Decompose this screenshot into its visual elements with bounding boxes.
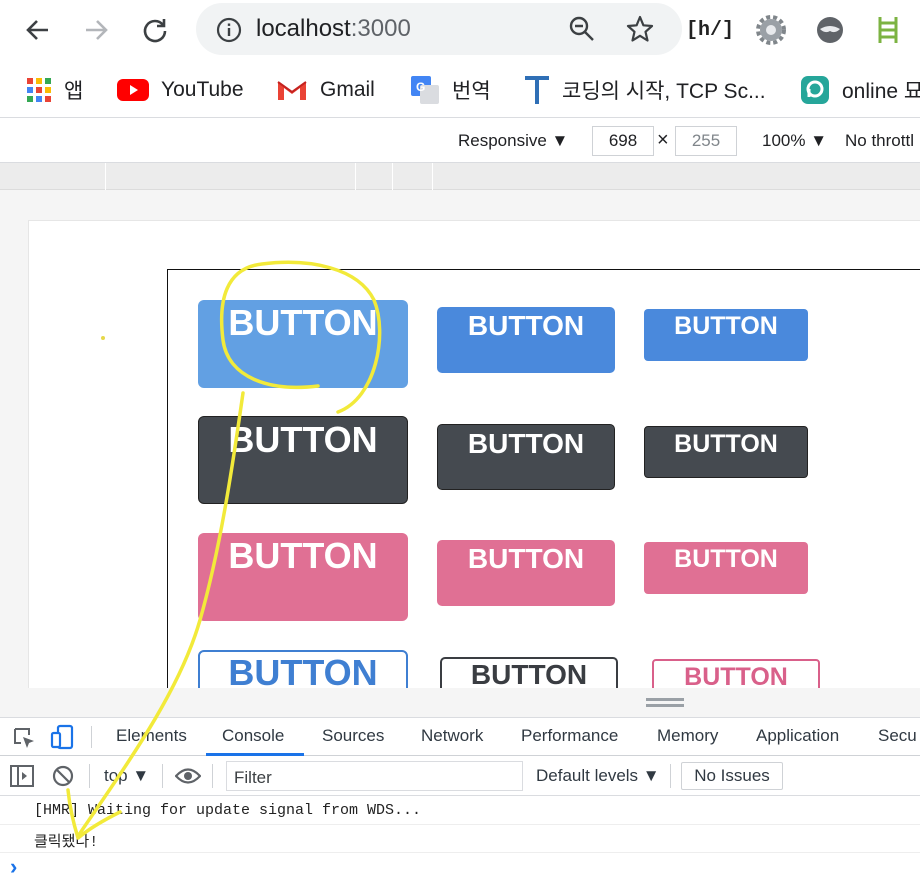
media-query-ruler[interactable] — [0, 163, 920, 190]
browser-toolbar: localhost:3000 [h/] — [0, 0, 920, 62]
width-input[interactable]: 698 — [592, 126, 654, 156]
dark-button-small[interactable]: BUTTON — [644, 426, 808, 478]
google-translate-icon: G — [411, 76, 439, 104]
console-message: [HMR] Waiting for update signal from WDS… — [0, 797, 920, 825]
tab-performance[interactable]: Performance — [521, 726, 618, 746]
button-container: BUTTON BUTTON BUTTON BUTTON BUTTON BUTTO… — [167, 269, 920, 688]
height-input[interactable]: 255 — [675, 126, 737, 156]
viewport-resize-handle[interactable] — [0, 688, 920, 718]
bookmark-online[interactable]: online 묘 — [800, 74, 920, 106]
bookmark-label: online 묘 — [842, 80, 920, 103]
zoom-select[interactable]: 100% ▼ — [762, 131, 827, 151]
outline-dark-button-medium[interactable]: BUTTON — [440, 657, 618, 688]
settings-gear-icon[interactable] — [755, 14, 787, 46]
tab-network[interactable]: Network — [421, 726, 483, 746]
zoom-out-icon[interactable] — [568, 15, 596, 48]
tistory-t-icon — [525, 76, 549, 104]
site-info-icon[interactable] — [216, 17, 242, 48]
ruler-divider — [432, 163, 433, 190]
bookmark-translate[interactable]: G 번역 — [410, 74, 491, 106]
context-select[interactable]: top ▼ — [104, 766, 149, 786]
dark-button-medium[interactable]: BUTTON — [437, 424, 615, 490]
blue-button-large[interactable]: BUTTON — [198, 300, 408, 388]
bookmark-coding[interactable]: 코딩의 시작, TCP Sc... — [524, 74, 766, 106]
pink-button-medium[interactable]: BUTTON — [437, 540, 615, 606]
resize-grip-line — [646, 704, 684, 707]
device-toggle-icon[interactable] — [50, 724, 76, 755]
bookmark-label: YouTube — [161, 78, 244, 101]
dark-button-large[interactable]: BUTTON — [198, 416, 408, 504]
extension-mask-icon[interactable] — [814, 14, 846, 46]
devtools-tab-bar: Elements Console Sources Network Perform… — [0, 718, 920, 756]
url-text[interactable]: localhost:3000 — [256, 15, 411, 43]
toolbar-divider — [670, 764, 671, 788]
pink-button-large[interactable]: BUTTON — [198, 533, 408, 621]
outline-pink-button-small[interactable]: BUTTON — [652, 659, 820, 688]
toolbar-divider — [89, 764, 90, 788]
inspect-element-icon[interactable] — [12, 726, 36, 755]
reload-icon[interactable] — [135, 10, 175, 50]
bookmarks-bar: 앱 YouTube Gmail G 번역 코딩의 시작, TCP Sc... o… — [0, 62, 920, 118]
svg-text:G: G — [416, 80, 425, 94]
bookmark-label: 앱 — [64, 80, 84, 103]
issues-button[interactable]: No Issues — [681, 762, 783, 790]
tab-security[interactable]: Secu — [878, 726, 917, 746]
tab-divider — [91, 726, 92, 748]
toolbar-divider — [162, 764, 163, 788]
page-viewport: BUTTON BUTTON BUTTON BUTTON BUTTON BUTTO… — [28, 220, 920, 688]
live-expression-eye-icon[interactable] — [174, 766, 202, 791]
tab-elements[interactable]: Elements — [116, 726, 187, 746]
gmail-icon — [277, 81, 307, 100]
pink-button-small[interactable]: BUTTON — [644, 542, 808, 594]
device-toolbar: Responsive ▼ 698 × 255 100% ▼ No throttl — [0, 119, 920, 163]
apps-grid-icon — [27, 78, 51, 102]
tab-application[interactable]: Application — [756, 726, 839, 746]
blue-button-medium[interactable]: BUTTON — [437, 307, 615, 373]
bookmark-label: 코딩의 시작, TCP Sc... — [562, 80, 766, 103]
responsive-select[interactable]: Responsive ▼ — [458, 131, 568, 151]
bookmark-star-icon[interactable] — [626, 15, 654, 48]
stray-dot — [101, 336, 105, 340]
toolbar-divider — [212, 764, 213, 788]
bookmark-label: Gmail — [320, 78, 375, 101]
filter-input[interactable]: Filter — [226, 761, 523, 791]
youtube-icon — [117, 79, 149, 101]
console-message: 클릭됐다! — [0, 825, 920, 853]
bookmark-youtube[interactable]: YouTube — [117, 74, 244, 106]
bookmark-label: 번역 — [452, 80, 491, 103]
default-levels-select[interactable]: Default levels ▼ — [536, 766, 660, 786]
tab-console[interactable]: Console — [222, 726, 284, 746]
extension-ladder-icon[interactable] — [872, 14, 904, 46]
online-tool-icon — [801, 76, 829, 104]
back-arrow-icon[interactable] — [18, 10, 58, 50]
show-sidebar-icon[interactable] — [10, 765, 34, 792]
clear-console-icon[interactable] — [52, 765, 74, 792]
filter-placeholder: Filter — [234, 768, 272, 787]
ruler-divider — [105, 163, 106, 190]
outline-blue-button-large[interactable]: BUTTON — [198, 650, 408, 688]
throttle-select[interactable]: No throttl — [845, 131, 914, 151]
tab-sources[interactable]: Sources — [322, 726, 384, 746]
resize-grip-line — [646, 698, 684, 701]
console-toolbar: top ▼ Filter Default levels ▼ No Issues — [0, 756, 920, 796]
bookmark-apps[interactable]: 앱 — [26, 74, 83, 106]
ruler-divider — [392, 163, 393, 190]
forward-arrow-icon[interactable] — [76, 10, 116, 50]
blue-button-small[interactable]: BUTTON — [644, 309, 808, 361]
tab-memory[interactable]: Memory — [657, 726, 718, 746]
extension-h-icon[interactable]: [h/] — [686, 14, 734, 46]
bookmark-gmail[interactable]: Gmail — [276, 74, 375, 106]
dimension-separator: × — [657, 129, 669, 151]
console-prompt-icon[interactable]: › — [10, 854, 17, 880]
ruler-divider — [355, 163, 356, 190]
